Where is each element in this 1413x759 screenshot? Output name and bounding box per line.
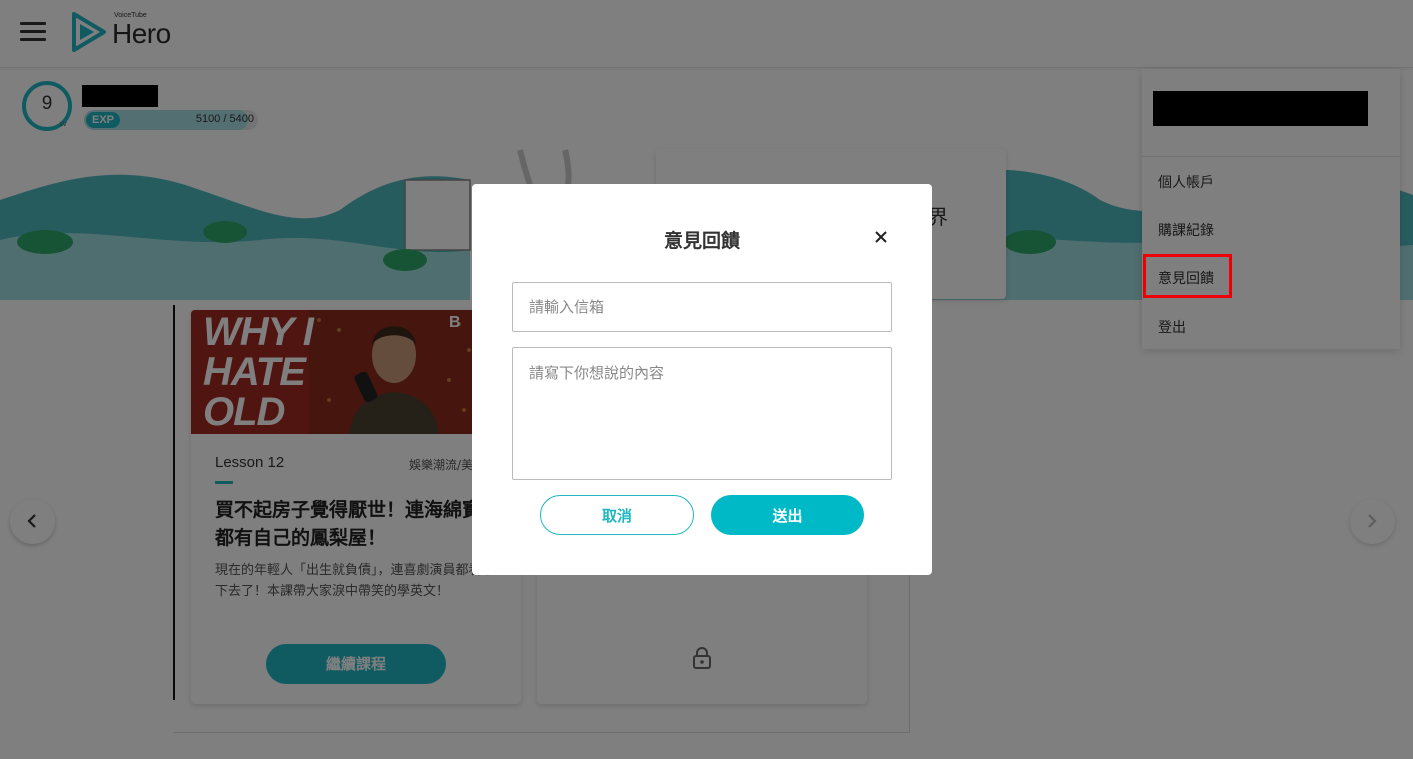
modal-title: 意見回饋 <box>663 230 740 252</box>
cancel-button[interactable]: 取消 <box>540 495 694 535</box>
feedback-modal: 意見回饋 取消 送出 <box>472 184 932 575</box>
email-input[interactable] <box>512 282 892 332</box>
close-icon[interactable] <box>874 230 888 244</box>
feedback-content-textarea[interactable] <box>512 347 892 480</box>
feedback-highlight-box <box>1143 254 1232 298</box>
submit-button[interactable]: 送出 <box>711 495 864 535</box>
